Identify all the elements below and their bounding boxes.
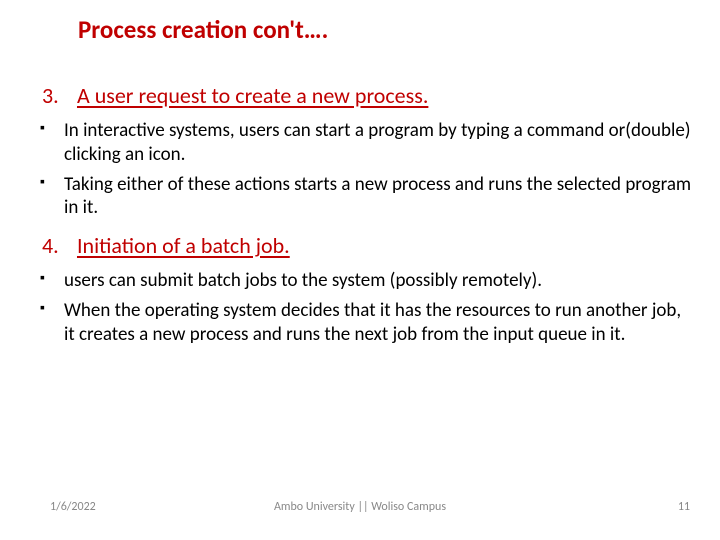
bullet-list-4: users can submit batch jobs to the syste… [24, 269, 696, 346]
bullet-item: Taking either of these actions starts a … [24, 173, 696, 221]
footer-center: Ambo University || Woliso Campus [0, 500, 720, 514]
footer-page-number: 11 [678, 500, 690, 514]
numbered-item-4: 4. Initiation of a batch job. [24, 232, 696, 259]
bullet-item: In interactive systems, users can start … [24, 119, 696, 167]
numbered-item-3: 3. A user request to create a new proces… [24, 82, 696, 109]
bullet-item: When the operating system decides that i… [24, 299, 696, 347]
slide-title: Process creation con't…. [78, 14, 328, 45]
slide-footer: 1/6/2022 Ambo University || Woliso Campu… [0, 500, 720, 520]
bullet-item: users can submit batch jobs to the syste… [24, 269, 696, 293]
slide-content: 3. A user request to create a new proces… [24, 82, 696, 358]
item-number: 4. [42, 232, 72, 259]
slide: Process creation con't…. 3. A user reque… [0, 0, 720, 540]
item-label: A user request to create a new process. [77, 82, 428, 109]
bullet-list-3: In interactive systems, users can start … [24, 119, 696, 220]
item-label: Initiation of a batch job. [77, 232, 290, 259]
item-number: 3. [42, 82, 72, 109]
